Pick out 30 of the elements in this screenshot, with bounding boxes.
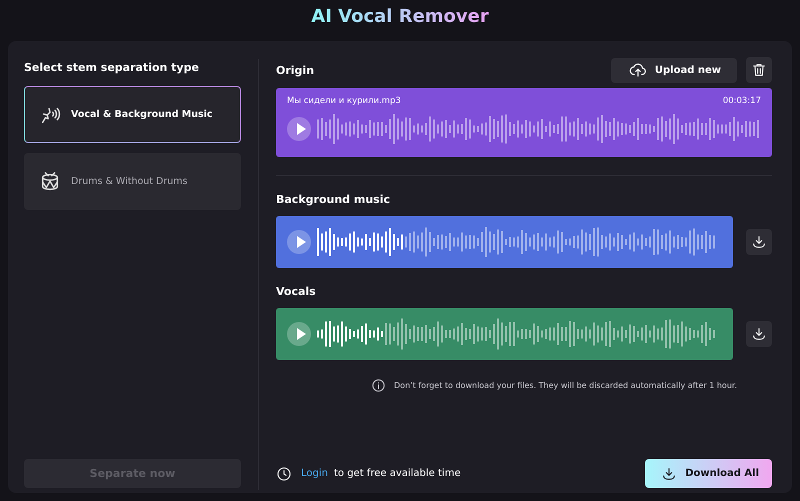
trash-icon <box>751 62 767 78</box>
clock-icon <box>276 466 292 482</box>
play-icon <box>296 236 306 248</box>
download-all-button[interactable]: Download All <box>645 459 772 488</box>
section-heading: Origin <box>276 64 316 76</box>
info-note: Don’t forget to download your files. They will be discarded automatically after 1 hour. <box>394 381 737 390</box>
separation-type-option[interactable]: Drums & Without Drums <box>24 153 241 210</box>
upload-button[interactable]: Upload new <box>610 58 737 82</box>
download-button[interactable] <box>746 321 772 347</box>
play-button[interactable] <box>287 117 311 141</box>
delete-button[interactable] <box>746 57 772 83</box>
section-heading: Background music <box>276 193 391 206</box>
play-icon <box>296 123 306 135</box>
track-duration: 00:03:17 <box>722 96 761 106</box>
login-hint: to get free available time <box>334 468 462 479</box>
play-button[interactable] <box>287 322 311 346</box>
separation-type-option[interactable]: Vocal & Background Music <box>24 86 241 143</box>
download-icon <box>751 326 767 342</box>
play-button[interactable] <box>287 230 311 254</box>
play-icon <box>296 328 306 340</box>
info-icon <box>371 378 386 393</box>
sidebar-heading: Select stem separation type <box>24 61 200 74</box>
drum-icon <box>39 170 61 192</box>
download-icon <box>751 234 767 250</box>
cloud-upload-icon <box>628 61 647 79</box>
download-icon <box>661 466 678 482</box>
login-link[interactable]: Login <box>301 468 328 479</box>
download-button[interactable] <box>746 229 772 255</box>
file-name: Мы сидели и курили.mp3 <box>287 96 401 106</box>
section-heading: Vocals <box>276 285 317 298</box>
